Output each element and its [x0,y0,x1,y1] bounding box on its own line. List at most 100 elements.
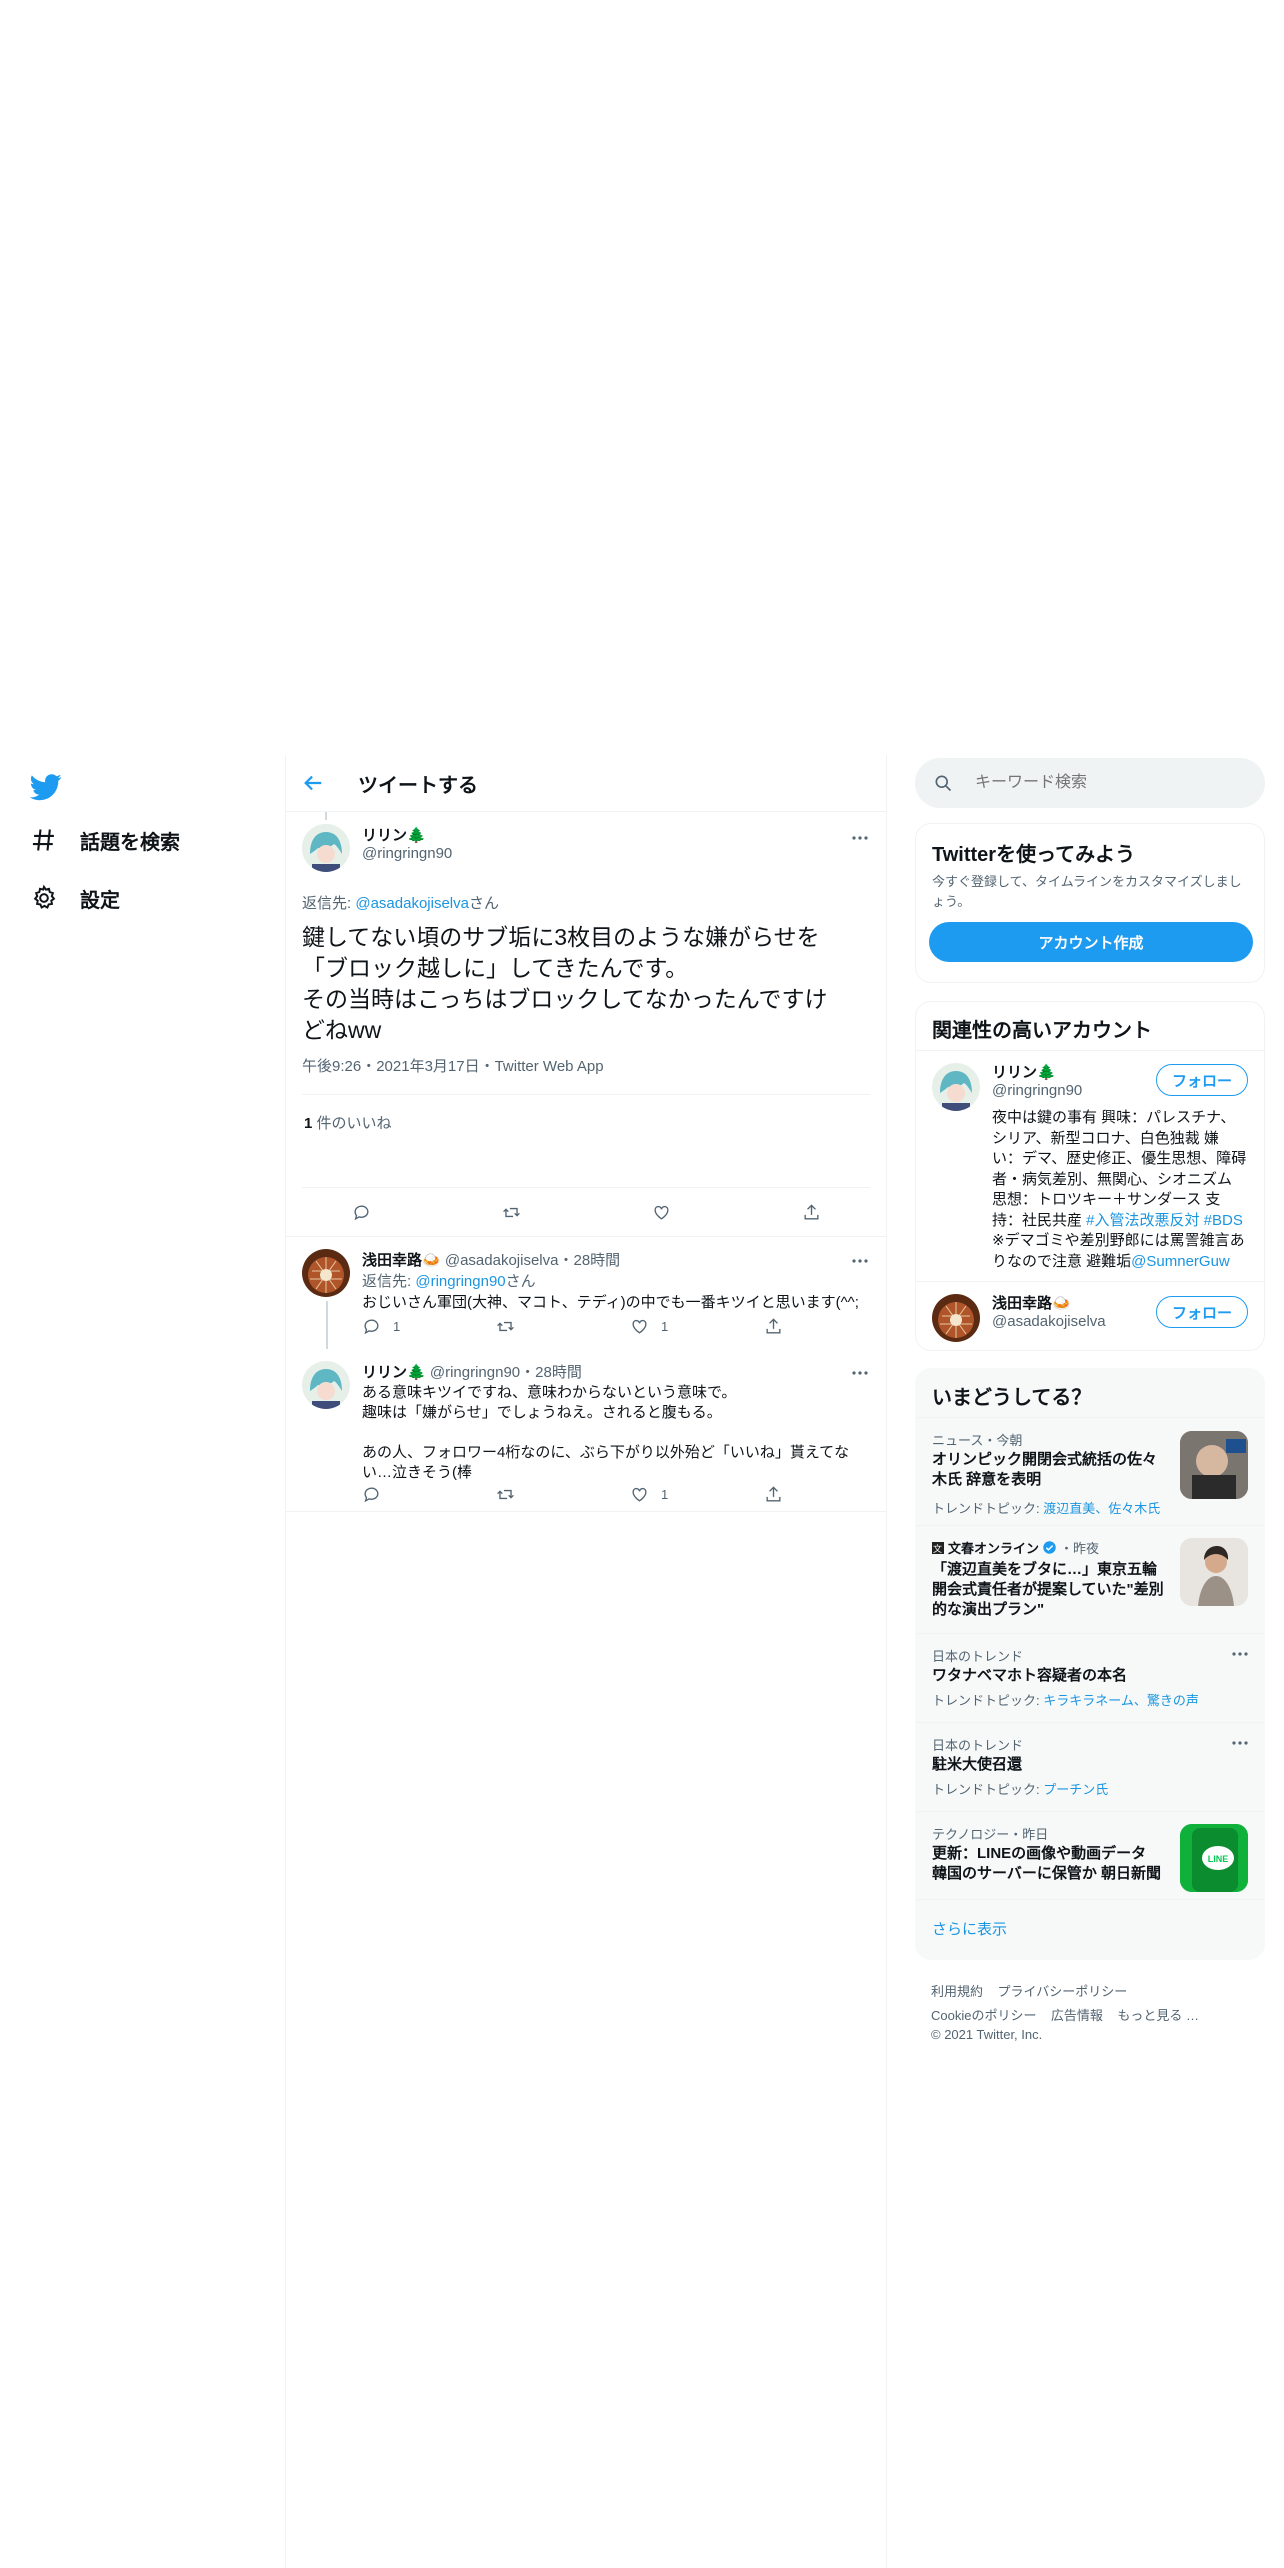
trend-title: 「渡辺直美をブタに…」東京五輪 開会式責任者が提案していた"差別 的な演出プラン" [932,1560,1164,1620]
footer-link-cookies[interactable]: Cookieのポリシー [931,2008,1036,2023]
bio-line: 夜中は鍵の事有 興味：パレスチナ、 [992,1109,1236,1126]
search-input[interactable] [973,773,1237,793]
tweet-text-line: 鍵してない頃のサブ垢に3枚目のような嫌がらせを [302,924,820,950]
nav-item-label: 設定 [80,889,120,912]
retweet-icon [496,1485,515,1504]
back-arrow-icon[interactable] [302,769,330,797]
like-button[interactable] [652,1203,671,1222]
page-title: ツイートする [358,774,478,797]
author-handle[interactable]: @ringringn90 [362,845,452,862]
author-name[interactable]: 浅田幸路🍛 [362,1252,441,1269]
like-count: 1 [661,1487,669,1502]
retweet-button[interactable] [496,1485,515,1504]
trend-item[interactable]: 日本のトレンド 駐米大使召還 トレンドトピック: プーチン氏 [916,1722,1264,1812]
more-icon[interactable] [848,1249,872,1273]
more-icon[interactable] [1228,1642,1252,1666]
tweet-actions: 1 1 [362,1317,802,1339]
trend-item[interactable]: テクノロジー・昨日 更新：LINEの画像や動画データ 韓国のサーバーに保管か 朝日… [916,1811,1264,1900]
like-button[interactable]: 1 [630,1317,668,1336]
author-handle[interactable]: @asadakojiselva・28時間 [445,1252,620,1269]
trend-title-line: オリンピック開閉会式統括の佐々 [932,1451,1158,1468]
share-icon [764,1317,783,1336]
more-icon[interactable] [848,826,872,850]
heart-icon [630,1485,649,1504]
thread-line [325,812,327,820]
nav-item-explore[interactable]: 話題を検索 [30,820,180,860]
topic-links[interactable]: 渡辺直美、佐々木氏 [1043,1501,1160,1516]
author-name[interactable]: リリン🌲 [362,824,426,845]
nav-item-settings[interactable]: 設定 [30,878,120,918]
avatar[interactable] [932,1063,980,1111]
more-icon[interactable] [848,1361,872,1385]
hashtag-icon [30,826,58,854]
tweet-text-line: その当時はこっちはブロックしてなかったんですけ [302,986,828,1012]
author-handle[interactable]: @ringringn90・28時間 [430,1364,582,1381]
bio-line: 者・病気差別、無関心、シオニズム [992,1170,1233,1188]
reply-button[interactable]: 1 [362,1317,400,1336]
trends-card: いまどうしてる？ ニュース・今朝 オリンピック開閉会式統括の佐々 木氏 辞意を表明… [915,1368,1265,1960]
mention-link[interactable]: @SumnerGuw [1131,1253,1230,1270]
retweet-button[interactable] [496,1317,515,1336]
avatar[interactable] [302,824,350,872]
hashtag-link[interactable]: #入管法改悪反対 #BDS [1086,1212,1243,1229]
avatar[interactable] [932,1294,980,1342]
trend-source-row: 文 文春オンライン ・昨夜 [932,1538,1099,1557]
follow-button[interactable]: フォロー [1156,1064,1248,1096]
twitter-bird-icon[interactable] [30,771,62,803]
related-title: 関連性の高いアカウント [932,1020,1152,1042]
share-button[interactable] [764,1317,783,1336]
trend-title-line: 韓国のサーバーに保管か 朝日新聞 [932,1865,1162,1882]
share-button[interactable] [802,1203,821,1222]
like-button[interactable]: 1 [630,1485,668,1504]
show-more-link[interactable]: さらに表示 [932,1918,1007,1939]
account-bio: 夜中は鍵の事有 興味：パレスチナ、 シリア、新型コロナ、白色独裁 嫌 い：デマ、… [992,1108,1254,1272]
create-account-button[interactable]: アカウント作成 [929,922,1253,962]
footer-link-more[interactable]: もっと見る … [1117,2008,1199,2023]
reply-button[interactable] [352,1203,371,1222]
focused-tweet: リリン🌲 @ringringn90 返信先: @asadakojiselvaさん… [286,812,886,1187]
show-more-row[interactable]: さらに表示 [916,1899,1264,1960]
trend-title: 駐米大使召還 [932,1756,1023,1773]
share-button[interactable] [764,1485,783,1504]
topic-links[interactable]: キラキラネーム、驚きの声 [1043,1693,1199,1708]
nav-item-label: 話題を検索 [80,831,180,854]
trend-topics: トレンドトピック: キラキラネーム、驚きの声 [932,1690,1199,1709]
avatar[interactable] [302,1361,350,1409]
retweet-button[interactable] [502,1203,521,1222]
avatar[interactable] [302,1249,350,1297]
main-column: ツイートする リリン🌲 @ringringn90 返信先: @asadakoji… [285,755,887,2568]
footer-link-terms[interactable]: 利用規約 [931,1984,983,1999]
bio-line: い：デマ、歴史修正、優生思想、障碍 [992,1150,1247,1167]
trend-item[interactable]: 文 文春オンライン ・昨夜 「渡辺直美をブタに…」東京五輪 開会式責任者が提案して… [916,1525,1264,1634]
reply-tweet[interactable]: 浅田幸路🍛 @asadakojiselva・28時間 返信先: @ringrin… [286,1237,886,1349]
bio-line: ※デマゴミや差別野郎には罵詈雑言あ [992,1232,1245,1249]
footer-link-ads[interactable]: 広告情報 [1051,2008,1103,2023]
retweet-icon [502,1203,521,1222]
tweet-text-line: ある意味キツイですね、意味わからないという意味で。 [362,1384,737,1401]
author-name[interactable]: リリン🌲 [362,1364,426,1381]
more-icon[interactable] [1228,1731,1252,1755]
heart-icon [652,1203,671,1222]
thread-line [326,1301,328,1349]
account-row[interactable]: リリン🌲 @ringringn90 フォロー 夜中は鍵の事有 興味：パレスチナ、… [916,1051,1264,1281]
share-icon [802,1203,821,1222]
follow-button[interactable]: フォロー [1156,1296,1248,1328]
trend-category: テクノロジー・昨日 [932,1827,1049,1842]
reply-tweet[interactable]: リリン🌲 @ringringn90・28時間 ある意味キツイですね、意味わからな… [286,1349,886,1512]
line-app-thumbnail: LINE [1180,1824,1248,1892]
reply-context: 返信先: @asadakojiselvaさん [302,892,499,913]
divider [302,1094,870,1095]
tweet-timestamp[interactable]: 午後9:26・2021年3月17日・Twitter Web App [302,1055,604,1076]
search-box[interactable] [915,758,1265,808]
reply-to-link[interactable]: @ringringn90 [415,1273,505,1290]
likes-summary[interactable]: 1 件のいいね [304,1112,392,1133]
trend-item[interactable]: ニュース・今朝 オリンピック開閉会式統括の佐々 木氏 辞意を表明 トレンドトピック… [916,1417,1264,1526]
reply-button[interactable] [362,1485,381,1504]
likes-label: 件のいいね [312,1115,392,1132]
topic-links[interactable]: プーチン氏 [1043,1782,1108,1797]
account-row[interactable]: 浅田幸路🍛 @asadakojiselva フォロー [916,1282,1264,1350]
footer-link-privacy[interactable]: プライバシーポリシー [997,1984,1127,1999]
reply-to-link[interactable]: @asadakojiselva [355,895,469,912]
bio-line: りなので注意 避難垢@SumnerGuw [992,1252,1254,1273]
trend-item[interactable]: 日本のトレンド ワタナベマホト容疑者の本名 トレンドトピック: キラキラネーム、… [916,1633,1264,1723]
